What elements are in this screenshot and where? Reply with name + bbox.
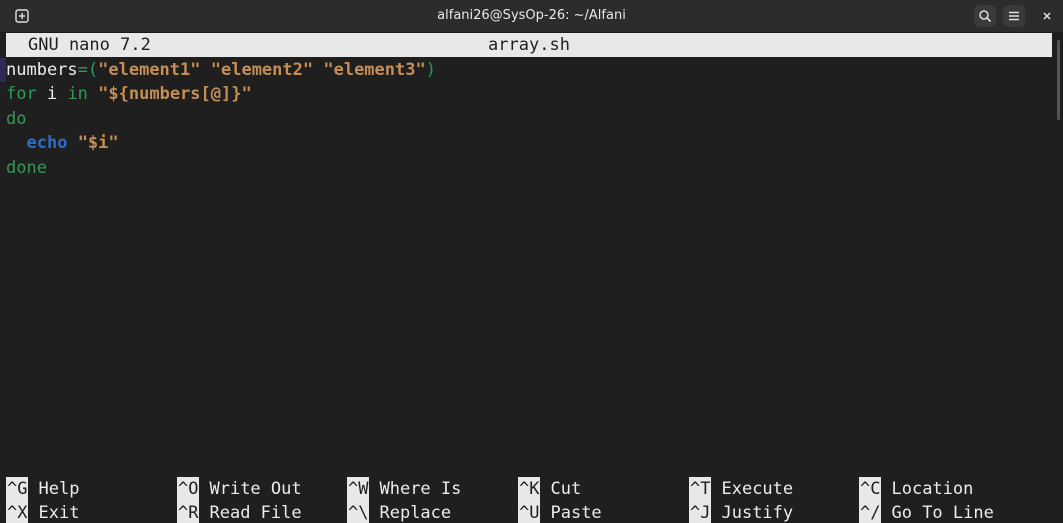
operator: =( [77, 60, 99, 80]
shortcut-write-out[interactable]: ^O Write Out [177, 477, 302, 501]
loop-variable: i [36, 84, 68, 104]
shortcut-label: Where Is [379, 479, 462, 499]
shortcut-label: Justify [721, 503, 794, 523]
code-line: echo "$i" [6, 131, 119, 155]
code-line: do [6, 107, 26, 131]
string-literal: "$i" [77, 133, 119, 153]
string-literal: "element2" [210, 60, 314, 80]
shortcut-key: ^W [347, 477, 370, 501]
string-literal: "element1" [98, 60, 201, 80]
scrollbar-thumb[interactable] [1057, 40, 1060, 120]
shortcut-replace[interactable]: ^\ Replace [347, 501, 451, 523]
operator: ) [425, 60, 436, 80]
shortcut-read-file[interactable]: ^R Read File [177, 501, 302, 523]
shortcut-label: Cut [550, 479, 582, 499]
shortcut-go-to-line[interactable]: ^/ Go To Line [859, 501, 994, 523]
string-literal: "element3" [323, 60, 426, 80]
shortcut-label: Exit [38, 503, 80, 523]
file-name: array.sh [488, 35, 570, 55]
shortcut-label: Location [891, 479, 974, 499]
shortcut-paste[interactable]: ^U Paste [518, 501, 602, 523]
keyword: in [67, 84, 88, 104]
nano-header-bar: GNU nano 7.2 array.sh [6, 33, 1052, 57]
shortcut-label: Execute [721, 479, 794, 499]
code-line: for i in "${numbers[@]}" [6, 82, 252, 106]
shortcut-label: Read File [209, 503, 302, 523]
shortcut-label: Go To Line [891, 503, 994, 523]
shortcut-exit[interactable]: ^X Exit [6, 501, 79, 523]
shortcut-key: ^O [177, 477, 200, 501]
shortcut-bar: ^G Help ^O Write Out ^W Where Is ^K Cut ^T Ex… [6, 477, 1052, 523]
shortcut-key: ^C [859, 477, 882, 501]
shortcut-execute[interactable]: ^T Execute [689, 477, 793, 501]
terminal-window: alfani26@SysOp-26: ~/Alfani GNU nano 7.2… [0, 0, 1063, 523]
keyword: for [6, 84, 37, 104]
shortcut-key: ^K [518, 477, 541, 501]
shortcut-label: Replace [379, 503, 452, 523]
shortcut-key: ^J [689, 501, 712, 523]
shortcut-key: ^U [518, 501, 541, 523]
shortcut-label: Help [38, 479, 80, 499]
shortcut-where-is[interactable]: ^W Where Is [347, 477, 461, 501]
shortcut-key: ^\ [347, 501, 370, 523]
code-line: done [6, 156, 47, 180]
shortcut-key: ^G [6, 477, 29, 501]
shortcut-key: ^/ [859, 501, 882, 523]
shortcut-label: Paste [550, 503, 602, 523]
search-icon[interactable] [974, 5, 996, 27]
hamburger-menu-icon[interactable] [1003, 5, 1025, 27]
close-icon[interactable] [1036, 5, 1058, 27]
title-bar: alfani26@SysOp-26: ~/Alfani [0, 0, 1063, 33]
keyword: do [6, 109, 27, 129]
shortcut-cut[interactable]: ^K Cut [518, 477, 581, 501]
shortcut-label: Write Out [209, 479, 302, 499]
shortcut-key: ^X [6, 501, 29, 523]
editor-area[interactable]: numbers=("element1" "element2" "element3… [6, 58, 1052, 470]
window-title: alfani26@SysOp-26: ~/Alfani [437, 8, 626, 23]
shortcut-location[interactable]: ^C Location [859, 477, 973, 501]
shortcut-help[interactable]: ^G Help [6, 477, 79, 501]
shortcut-key: ^R [177, 501, 200, 523]
string-literal: "${numbers[@]}" [98, 84, 252, 104]
shortcut-justify[interactable]: ^J Justify [689, 501, 793, 523]
variable-name: numbers [6, 60, 78, 80]
builtin-command: echo [26, 133, 68, 153]
code-line: numbers=("element1" "element2" "element3… [6, 58, 436, 82]
keyword: done [6, 158, 47, 178]
shortcut-key: ^T [689, 477, 712, 501]
